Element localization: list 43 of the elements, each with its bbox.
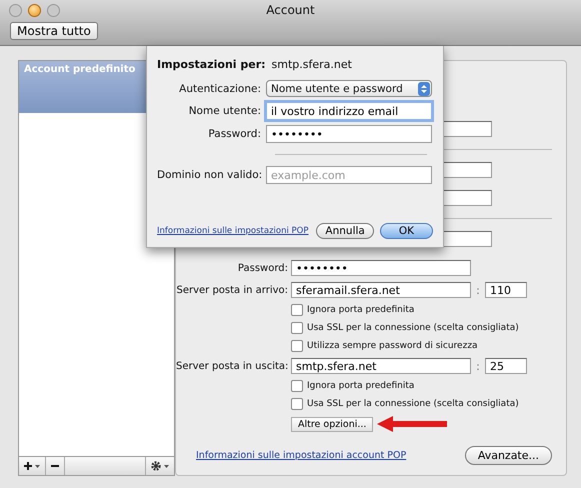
server-field[interactable]: sferamail.sfera.net — [291, 282, 471, 298]
more-options-button[interactable]: Altre opzioni... — [291, 416, 374, 432]
arrow-icon — [377, 416, 448, 432]
account-name: Account predefinito — [24, 64, 136, 75]
close-button[interactable] — [9, 4, 22, 17]
window-title: Account — [266, 3, 315, 17]
port-separator: : — [475, 284, 481, 296]
field-label: Password: — [207, 128, 262, 140]
field-label: Autenticazione: — [178, 82, 262, 94]
checkbox[interactable] — [291, 322, 303, 334]
field-label: Dominio non valido: — [157, 169, 264, 181]
checkbox-label: Utilizza sempre password di sicurezza — [307, 341, 478, 351]
checkbox[interactable] — [291, 380, 303, 392]
authentication-popup[interactable]: Nome utente e password — [266, 80, 432, 97]
port-field[interactable]: 25 — [485, 358, 527, 374]
checkbox[interactable] — [291, 304, 303, 316]
checkbox-label: Ignora porta predefinita — [307, 305, 414, 315]
checkbox-label: Ignora porta predefinita — [307, 381, 414, 391]
checkbox-label: Usa SSL per la connessione (scelta consigliata) — [307, 399, 519, 409]
checkbox-label: Usa SSL per la connessione (scelta consigliata) — [307, 323, 519, 333]
port-separator: : — [475, 360, 481, 372]
dialog-button[interactable]: OK — [380, 223, 433, 239]
field-label: Server posta in uscita: — [176, 360, 290, 372]
dialog-button[interactable]: Annulla — [316, 223, 374, 239]
checkbox[interactable] — [291, 340, 303, 352]
advanced-button[interactable]: Avanzate... — [464, 446, 552, 465]
help-link[interactable]: Informazioni sulle impostazioni account POP — [196, 450, 406, 461]
field-label: Password: — [236, 262, 289, 274]
port-field[interactable]: 110 — [485, 282, 527, 298]
checkbox[interactable] — [291, 398, 303, 410]
minimize-button[interactable] — [28, 4, 41, 17]
show-all-button[interactable]: Mostra tutto — [10, 22, 98, 40]
stepper-icon — [418, 82, 430, 96]
input-field[interactable]: •••••••• — [266, 125, 432, 143]
password-field[interactable]: •••••••• — [291, 260, 471, 276]
zoom-button[interactable] — [47, 4, 60, 17]
help-link[interactable]: Informazioni sulle impostazioni POP — [157, 226, 308, 236]
field-label: Server posta in arrivo: — [176, 284, 289, 296]
input-field[interactable]: example.com — [266, 166, 432, 184]
input-field[interactable]: il vostro indirizzo email — [266, 102, 432, 120]
server-field[interactable]: smtp.sfera.net — [291, 358, 471, 374]
sheet-heading-value: smtp.sfera.net — [272, 58, 352, 71]
field-label: Nome utente: — [188, 105, 262, 117]
